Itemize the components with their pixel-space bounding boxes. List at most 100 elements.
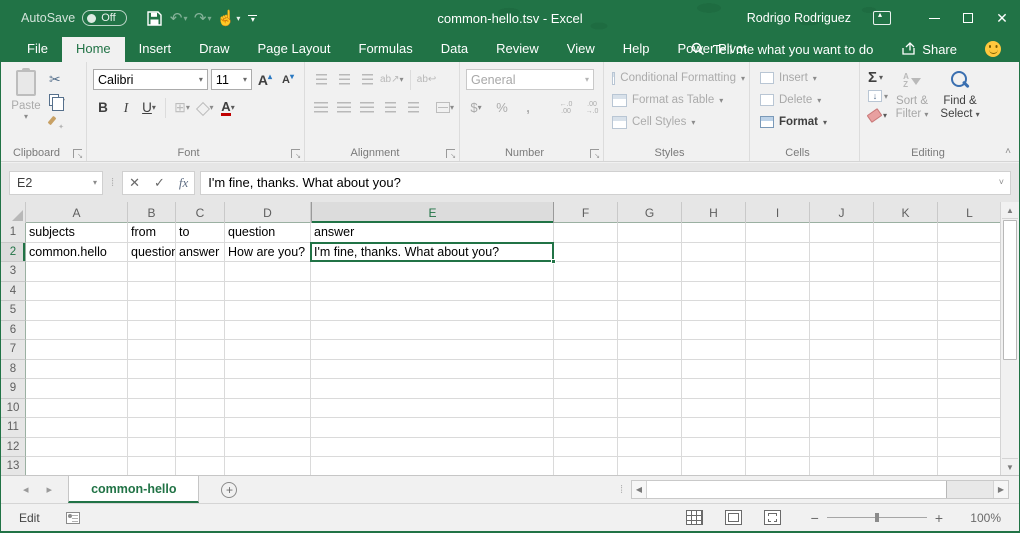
cell-G6[interactable] <box>618 321 682 341</box>
cell-C2[interactable]: answer <box>176 243 225 263</box>
cell-G9[interactable] <box>618 379 682 399</box>
cell-I12[interactable] <box>746 438 810 458</box>
cell-styles-button[interactable]: Cell Styles▾ <box>612 111 745 133</box>
scroll-left-icon[interactable]: ◀ <box>632 481 647 498</box>
cell-B11[interactable] <box>128 418 176 438</box>
cell-L12[interactable] <box>938 438 1002 458</box>
row-header-7[interactable]: 7 <box>1 340 26 360</box>
touch-mouse-mode-button[interactable]: ☝▾ <box>217 6 241 30</box>
undo-button[interactable]: ↶▾ <box>169 6 189 30</box>
cell-J2[interactable] <box>810 243 874 263</box>
cell-H11[interactable] <box>682 418 746 438</box>
cell-A4[interactable] <box>26 282 128 302</box>
copy-button[interactable]: ▾ <box>49 92 65 108</box>
row-header-5[interactable]: 5 <box>1 301 26 321</box>
tab-formulas[interactable]: Formulas <box>345 37 427 62</box>
cell-D10[interactable] <box>225 399 311 419</box>
minimize-button[interactable] <box>917 0 951 36</box>
cell-G4[interactable] <box>618 282 682 302</box>
tab-help[interactable]: Help <box>609 37 664 62</box>
cell-D4[interactable] <box>225 282 311 302</box>
cell-C5[interactable] <box>176 301 225 321</box>
cell-F10[interactable] <box>554 399 618 419</box>
cell-L11[interactable] <box>938 418 1002 438</box>
cell-H10[interactable] <box>682 399 746 419</box>
cell-I1[interactable] <box>746 223 810 243</box>
cell-B12[interactable] <box>128 438 176 458</box>
cell-J12[interactable] <box>810 438 874 458</box>
percent-style-button[interactable]: % <box>492 97 512 118</box>
zoom-in-icon[interactable]: + <box>927 510 951 526</box>
row-header-4[interactable]: 4 <box>1 282 26 302</box>
cell-C7[interactable] <box>176 340 225 360</box>
cell-J8[interactable] <box>810 360 874 380</box>
cell-F5[interactable] <box>554 301 618 321</box>
cell-F9[interactable] <box>554 379 618 399</box>
cell-D5[interactable] <box>225 301 311 321</box>
decrease-indent-button[interactable] <box>380 97 400 118</box>
cell-F12[interactable] <box>554 438 618 458</box>
cell-B3[interactable] <box>128 262 176 282</box>
cell-K8[interactable] <box>874 360 938 380</box>
cell-G3[interactable] <box>618 262 682 282</box>
cell-F2[interactable] <box>554 243 618 263</box>
row-header-9[interactable]: 9 <box>1 379 26 399</box>
cell-G7[interactable] <box>618 340 682 360</box>
cell-I10[interactable] <box>746 399 810 419</box>
decrease-font-size-button[interactable]: A▾ <box>278 69 298 90</box>
row-header-12[interactable]: 12 <box>1 438 26 458</box>
cell-L9[interactable] <box>938 379 1002 399</box>
cell-H3[interactable] <box>682 262 746 282</box>
cell-D3[interactable] <box>225 262 311 282</box>
tab-review[interactable]: Review <box>482 37 553 62</box>
cell-E5[interactable] <box>311 301 554 321</box>
cell-C9[interactable] <box>176 379 225 399</box>
cell-B5[interactable] <box>128 301 176 321</box>
alignment-dialog-launcher[interactable] <box>446 149 455 158</box>
cell-L5[interactable] <box>938 301 1002 321</box>
tab-data[interactable]: Data <box>427 37 482 62</box>
cell-E2[interactable]: I'm fine, thanks. What about you? <box>311 243 554 263</box>
align-right-button[interactable] <box>357 97 377 118</box>
cell-I7[interactable] <box>746 340 810 360</box>
decrease-decimal-button[interactable]: .00 →.0 <box>582 97 602 118</box>
cell-K10[interactable] <box>874 399 938 419</box>
cell-B10[interactable] <box>128 399 176 419</box>
cell-I2[interactable] <box>746 243 810 263</box>
cell-B1[interactable]: from <box>128 223 176 243</box>
scroll-right-icon[interactable]: ▶ <box>993 481 1008 498</box>
cell-L2[interactable] <box>938 243 1002 263</box>
tab-view[interactable]: View <box>553 37 609 62</box>
previous-sheet-icon[interactable]: ◂ <box>23 483 29 496</box>
font-color-button[interactable]: A▾ <box>218 97 238 118</box>
macro-recording-icon[interactable] <box>66 512 80 524</box>
cell-J13[interactable] <box>810 457 874 477</box>
paste-button[interactable]: Paste ▾ <box>5 67 47 129</box>
cell-K3[interactable] <box>874 262 938 282</box>
cell-B8[interactable] <box>128 360 176 380</box>
cell-D11[interactable] <box>225 418 311 438</box>
cell-L10[interactable] <box>938 399 1002 419</box>
cell-C10[interactable] <box>176 399 225 419</box>
maximize-button[interactable] <box>951 0 985 36</box>
cell-I8[interactable] <box>746 360 810 380</box>
increase-indent-button[interactable] <box>403 97 423 118</box>
column-header-K[interactable]: K <box>874 202 938 223</box>
tab-scrollbar-divider[interactable]: ⁞ <box>620 476 623 503</box>
cell-H5[interactable] <box>682 301 746 321</box>
cell-J7[interactable] <box>810 340 874 360</box>
format-cells-button[interactable]: Format▾ <box>760 111 855 133</box>
select-all-button[interactable] <box>1 202 26 223</box>
cell-L4[interactable] <box>938 282 1002 302</box>
cell-K12[interactable] <box>874 438 938 458</box>
cell-L3[interactable] <box>938 262 1002 282</box>
account-user-name[interactable]: Rodrigo Rodriguez <box>747 11 851 25</box>
row-header-6[interactable]: 6 <box>1 321 26 341</box>
cell-D9[interactable] <box>225 379 311 399</box>
cancel-entry-button[interactable]: ✕ <box>129 175 140 191</box>
row-header-8[interactable]: 8 <box>1 360 26 380</box>
cell-K4[interactable] <box>874 282 938 302</box>
cell-F11[interactable] <box>554 418 618 438</box>
delete-cells-button[interactable]: Delete▾ <box>760 89 855 111</box>
vertical-scrollbar[interactable]: ▲ ▼ <box>1000 202 1019 475</box>
